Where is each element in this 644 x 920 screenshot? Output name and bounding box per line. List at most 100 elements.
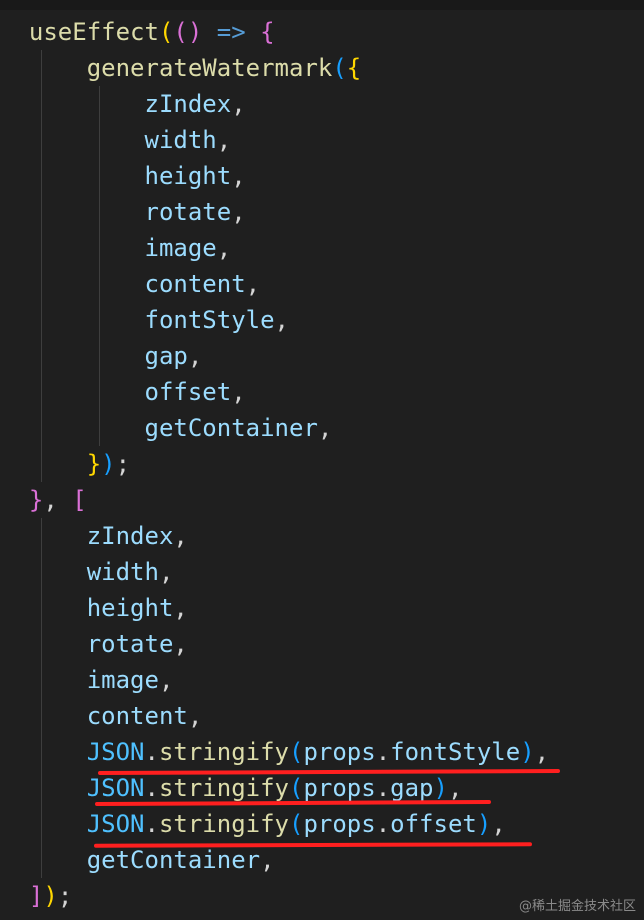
indent-guide — [99, 158, 100, 194]
code-line[interactable]: JSON.stringify(props.fontStyle), — [0, 734, 644, 770]
code-line[interactable]: content, — [0, 698, 644, 734]
code-line[interactable]: content, — [0, 266, 644, 302]
code-line[interactable]: height, — [0, 158, 644, 194]
indent-guide — [41, 302, 42, 338]
code-block[interactable]: useEffect(() => { generateWatermark({ zI… — [0, 14, 644, 914]
code-line[interactable]: height, — [0, 590, 644, 626]
code-token: , — [216, 234, 232, 262]
line-padding — [0, 126, 29, 154]
line-padding — [0, 486, 29, 514]
code-token: getContainer — [144, 414, 318, 442]
code-token: width — [144, 126, 217, 154]
code-token: , — [158, 558, 174, 586]
line-padding — [0, 450, 29, 478]
code-token: , — [260, 846, 275, 874]
code-token: , — [158, 666, 174, 694]
indent-guide — [41, 734, 42, 770]
line-padding — [0, 306, 29, 334]
indent-guide — [41, 518, 42, 554]
code-token: useEffect — [28, 18, 159, 46]
code-token: props — [303, 738, 376, 766]
code-line[interactable]: rotate, — [0, 626, 644, 662]
line-padding — [0, 846, 29, 874]
indent-guide — [41, 698, 42, 734]
indent-guide — [41, 554, 42, 590]
line-padding — [0, 810, 29, 838]
line-padding — [0, 378, 29, 406]
code-line[interactable]: fontStyle, — [0, 302, 644, 338]
code-token: ) — [43, 882, 58, 910]
code-token: , — [187, 702, 203, 730]
indent-guide — [41, 230, 42, 266]
code-token: ] — [28, 882, 44, 910]
code-token: offset — [144, 378, 232, 406]
code-token: content — [86, 702, 188, 730]
code-token: rotate — [86, 630, 174, 658]
code-line[interactable]: getContainer, — [0, 410, 644, 446]
code-line[interactable]: image, — [0, 662, 644, 698]
code-token: props — [303, 810, 376, 838]
code-line[interactable]: rotate, — [0, 194, 644, 230]
code-token: , — [274, 306, 289, 334]
indent-guide — [41, 122, 42, 158]
indent-guide — [99, 194, 100, 230]
indent-guide — [41, 806, 42, 842]
indent-guide — [41, 842, 42, 878]
code-token: [ — [72, 486, 87, 514]
code-token: ( — [158, 18, 174, 46]
indent-guide — [99, 374, 100, 410]
code-token: , — [173, 522, 188, 550]
code-token: . — [375, 738, 391, 766]
indent-guide — [99, 86, 100, 122]
code-line[interactable]: width, — [0, 122, 644, 158]
code-token: , — [447, 774, 463, 802]
code-token: . — [375, 810, 391, 838]
code-line[interactable]: gap, — [0, 338, 644, 374]
code-token: props — [303, 774, 376, 802]
code-editor[interactable]: useEffect(() => { generateWatermark({ zI… — [0, 0, 644, 920]
code-line[interactable]: JSON.stringify(props.offset), — [0, 806, 644, 842]
code-line[interactable]: generateWatermark({ — [0, 50, 644, 86]
code-token: offset — [390, 810, 477, 838]
code-token: JSON — [86, 774, 145, 802]
line-padding — [0, 702, 29, 730]
code-line[interactable]: image, — [0, 230, 644, 266]
code-line[interactable]: width, — [0, 554, 644, 590]
line-padding — [0, 54, 29, 82]
code-line[interactable]: zIndex, — [0, 86, 644, 122]
code-token: fontStyle — [390, 738, 521, 766]
code-token: { — [260, 18, 275, 46]
indent-guide — [41, 590, 42, 626]
code-token: JSON — [86, 810, 145, 838]
code-token: height — [144, 162, 232, 190]
code-line[interactable]: useEffect(() => { — [0, 14, 644, 50]
code-token: . — [144, 810, 159, 838]
code-token: fontStyle — [144, 306, 275, 334]
indent-guide — [41, 410, 42, 446]
code-token: } — [86, 450, 102, 478]
code-token: width — [86, 558, 159, 586]
code-line[interactable]: }, [ — [0, 482, 644, 518]
watermark-text: @稀土掘金技术社区 — [518, 899, 636, 914]
code-token: } — [28, 486, 44, 514]
code-token: getContainer — [86, 846, 261, 874]
code-token: zIndex — [86, 522, 174, 550]
line-padding — [0, 630, 29, 658]
code-token: height — [86, 594, 174, 622]
code-line[interactable]: }); — [0, 446, 644, 482]
code-token: { — [346, 54, 362, 82]
line-padding — [0, 198, 29, 226]
code-line[interactable]: offset, — [0, 374, 644, 410]
code-token: . — [144, 774, 159, 802]
code-line[interactable]: zIndex, — [0, 518, 644, 554]
